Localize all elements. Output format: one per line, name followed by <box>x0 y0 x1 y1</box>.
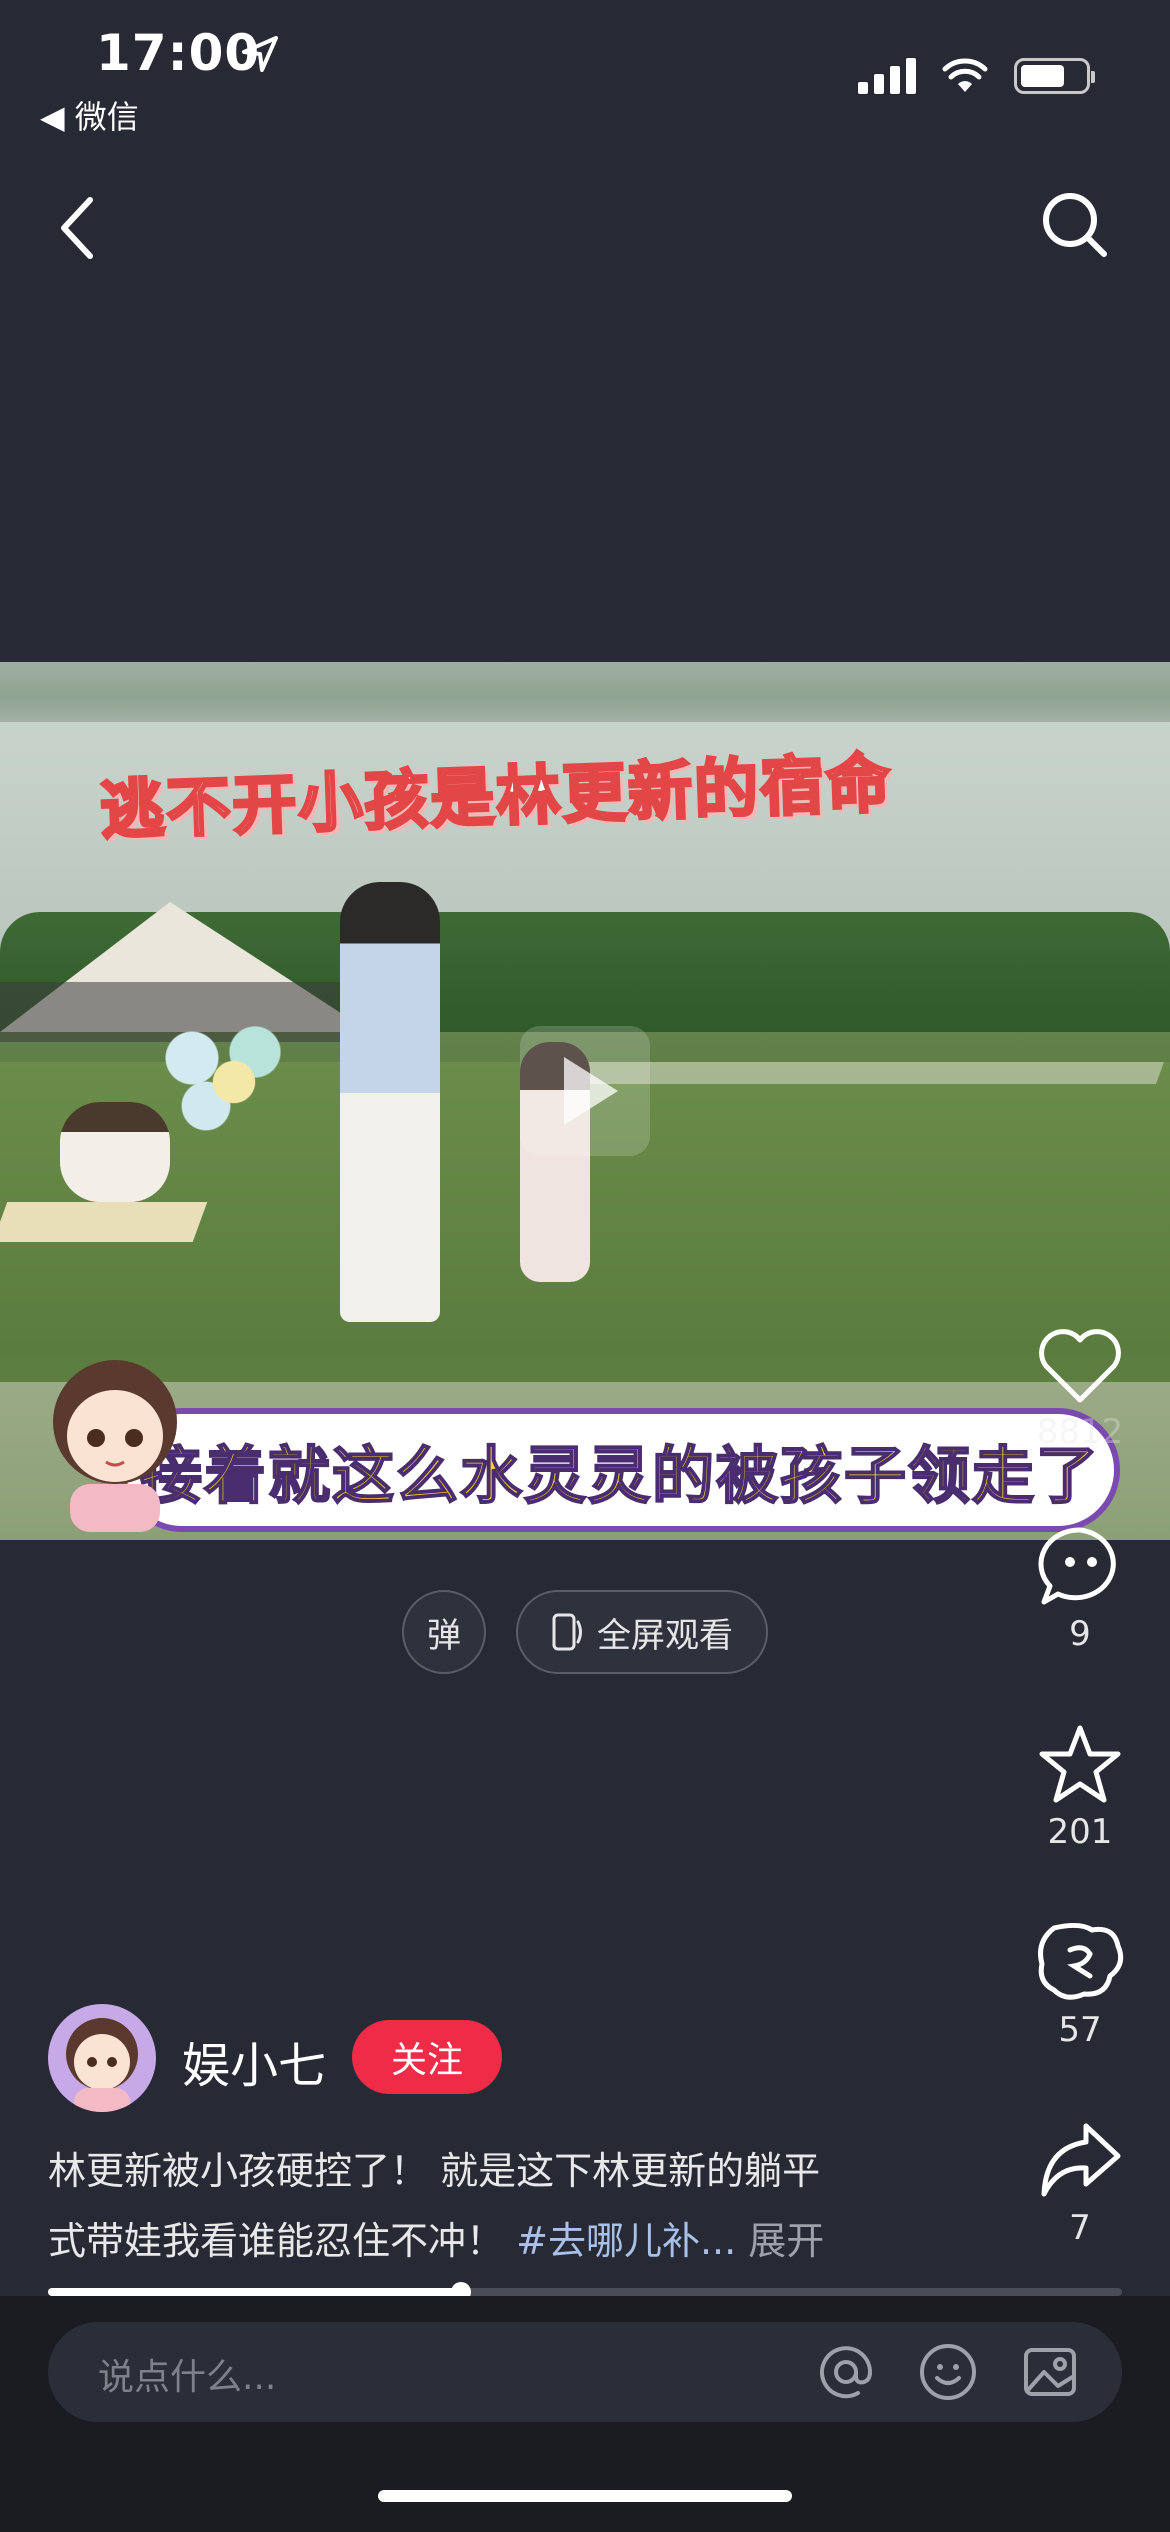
play-button[interactable] <box>520 1026 650 1156</box>
heart-icon <box>1039 1329 1121 1403</box>
video-progress-fill <box>48 2288 462 2296</box>
phone-rotate-icon <box>552 1613 582 1651</box>
description-line-2-text: 式带娃我看谁能忍住不冲！ <box>48 2219 505 2263</box>
expand-link[interactable]: 展开 <box>748 2219 824 2263</box>
share-wechat-button[interactable]: 57 <box>1028 1920 1132 2050</box>
video-blanket <box>0 1202 208 1242</box>
fullscreen-button[interactable]: 全屏观看 <box>516 1590 768 1674</box>
cartoon-girl-sticker <box>53 1360 177 1532</box>
author-avatar[interactable] <box>48 2004 156 2112</box>
signal-icon <box>858 58 916 94</box>
share-count: 7 <box>1069 2208 1091 2248</box>
location-arrow-icon <box>242 36 278 72</box>
favorite-button[interactable]: 201 <box>1028 1722 1132 1852</box>
video-person-sitting <box>60 1102 170 1202</box>
emoji-icon[interactable] <box>916 2340 980 2404</box>
chevron-left-icon[interactable] <box>56 196 96 260</box>
danmaku-toggle-button[interactable]: 弹 <box>402 1590 486 1674</box>
danmaku-label: 弹 <box>427 1615 461 1656</box>
like-count: 8812 <box>1036 1412 1124 1452</box>
wifi-icon <box>942 58 988 92</box>
star-icon <box>1039 1725 1121 1803</box>
comment-count: 9 <box>1069 1614 1091 1654</box>
share-button[interactable]: 7 <box>1028 2118 1132 2248</box>
video-bottom-caption-text: 接着就这么水灵灵的被孩子领走了 <box>139 1438 1100 1513</box>
author-name[interactable]: 娱小七 <box>182 2026 326 2096</box>
status-icons <box>858 58 1095 94</box>
like-button[interactable]: 8812 <box>1028 1326 1132 1452</box>
video-progress-bar[interactable] <box>48 2282 1122 2302</box>
follow-button[interactable]: 关注 <box>352 2020 502 2094</box>
search-icon[interactable] <box>1040 190 1110 260</box>
video-player[interactable]: 逃不开小孩是林更新的宿命 接着就这么水灵灵的被孩子领走了 <box>0 662 1170 1540</box>
follow-label: 关注 <box>390 2040 463 2081</box>
home-indicator <box>378 2490 792 2502</box>
video-person-man <box>340 882 440 1322</box>
hashtag-link[interactable]: #去哪儿补... <box>516 2219 736 2263</box>
description-line-2: 式带娃我看谁能忍住不冲！ #去哪儿补... 展开 <box>48 2206 948 2276</box>
play-icon <box>564 1057 618 1125</box>
fullscreen-label: 全屏观看 <box>597 1615 733 1656</box>
video-balloons <box>150 1022 290 1142</box>
favorite-count: 201 <box>1047 1812 1113 1852</box>
battery-icon <box>1014 58 1095 94</box>
share-arrow-icon <box>1041 2123 1121 2197</box>
description-line-1: 林更新被小孩硬控了！ 就是这下林更新的躺平 <box>48 2149 821 2193</box>
comment-placeholder: 说点什么... <box>98 2357 277 2398</box>
image-icon[interactable] <box>1018 2340 1082 2404</box>
comment-icon <box>1038 1527 1116 1605</box>
cartoon-avatar-icon <box>66 2018 138 2112</box>
wechat-share-icon <box>1038 1922 1124 2000</box>
back-to-wechat-link[interactable]: ◀ 微信 <box>40 92 139 138</box>
at-icon[interactable] <box>814 2340 878 2404</box>
post-description[interactable]: 林更新被小孩硬控了！ 就是这下林更新的躺平 式带娃我看谁能忍住不冲！ #去哪儿补… <box>48 2136 948 2276</box>
video-bottom-caption: 接着就这么水灵灵的被孩子领走了 <box>120 1408 1120 1532</box>
comment-button[interactable]: 9 <box>1028 1524 1132 1654</box>
share-wechat-count: 57 <box>1058 2010 1102 2050</box>
status-time: 17:00 <box>96 24 261 82</box>
